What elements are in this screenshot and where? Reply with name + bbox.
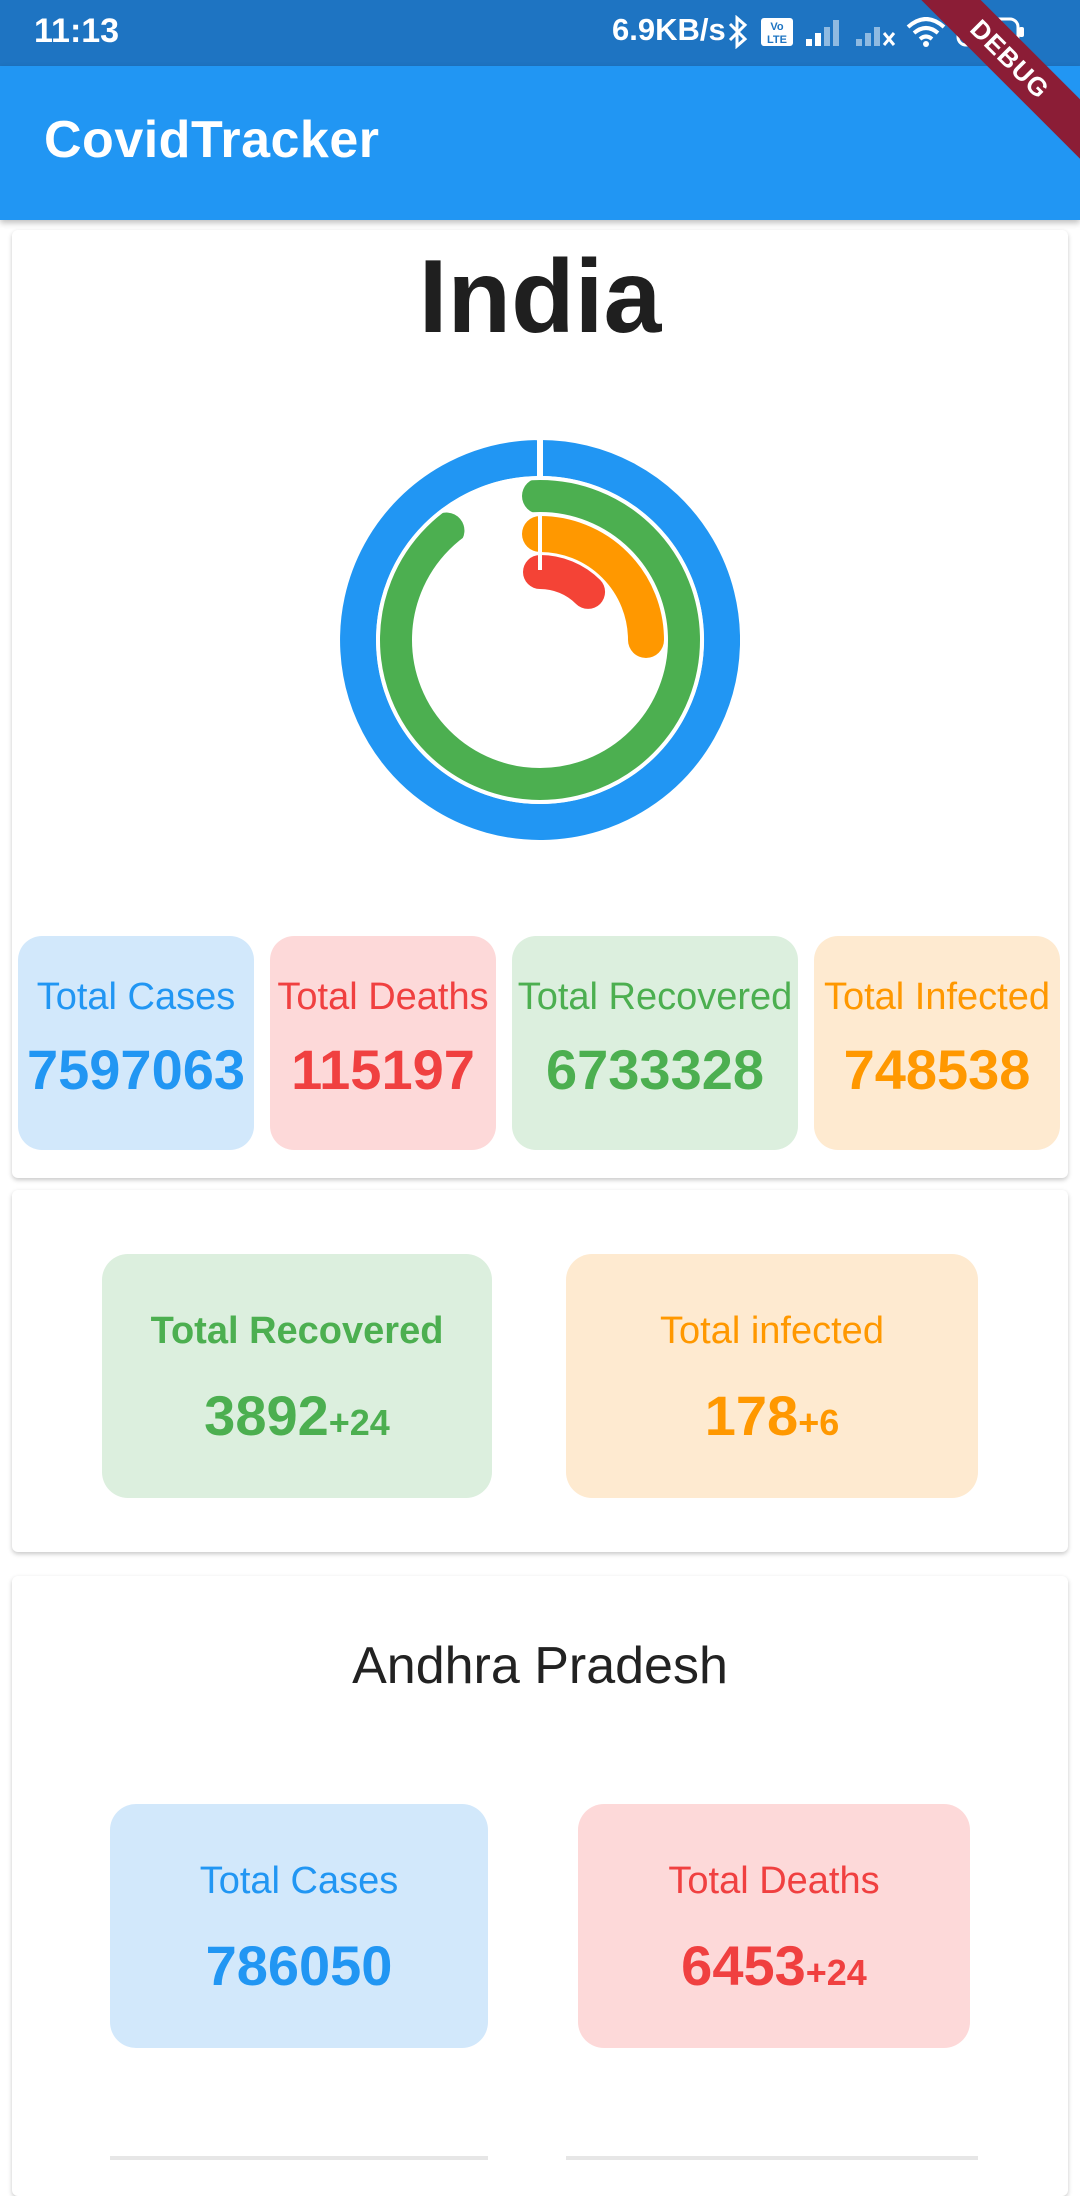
total-recovered-tile: Total Recovered 6733328 [512,936,798,1150]
total-infected-tile: Total Infected 748538 [814,936,1060,1150]
state-cases-tile: Total Cases 786050 [110,1804,488,2048]
total-cases-label: Total Cases [36,976,236,1018]
deaths-ring [523,555,606,609]
svg-text:Vo: Vo [770,21,784,33]
network-speed: 6.9KB/s [612,12,726,47]
daily-infected-value: 178 [704,1384,799,1447]
state-deaths-delta: +24 [805,1952,867,1993]
status-icons: Vo LTE 47 [726,14,1026,50]
daily-recovered-tile: Total Recovered 3892+24 [102,1254,492,1498]
battery-icon: 47 [956,17,1024,47]
next-row-tile-left [110,2156,488,2160]
daily-infected-delta: +6 [798,1402,840,1443]
signal-icon [806,20,839,46]
wifi-icon [906,17,946,47]
total-deaths-value: 115197 [291,1038,475,1101]
daily-recovered-label: Total Recovered [150,1310,444,1352]
daily-infected-value-row: 178+6 [566,1383,978,1448]
daily-infected-tile: Total infected 178+6 [566,1254,978,1498]
state-deaths-value-row: 6453+24 [578,1933,970,1998]
total-cases-value: 7597063 [26,1038,245,1101]
total-cases-tile: Total Cases 7597063 [18,936,254,1150]
daily-recovered-delta: +24 [328,1402,390,1443]
state-cases-label: Total Cases [199,1860,399,1902]
state-name: Andhra Pradesh [352,1637,728,1695]
status-time: 11:13 [34,12,120,50]
signal-no-service-icon [856,27,896,46]
total-recovered-label: Total Recovered [517,976,793,1018]
daily-recovered-value: 3892 [204,1384,329,1447]
total-deaths-tile: Total Deaths 115197 [270,936,496,1150]
state-deaths-value: 6453 [681,1934,806,1997]
radial-progress-chart [340,440,740,840]
app-title: CovidTracker [44,111,380,169]
svg-text:LTE: LTE [767,34,787,46]
total-deaths-label: Total Deaths [277,976,489,1018]
bluetooth-icon [728,15,748,49]
daily-infected-label: Total infected [660,1310,884,1352]
total-infected-value: 748538 [843,1038,1031,1101]
daily-recovered-value-row: 3892+24 [102,1383,492,1448]
volte-icon: Vo LTE [761,18,793,46]
battery-level: 47 [977,23,999,45]
total-infected-label: Total Infected [823,976,1051,1018]
next-row-tile-right [566,2156,978,2160]
state-cases-value: 786050 [205,1934,393,1997]
total-recovered-value: 6733328 [545,1038,764,1101]
country-name: India [418,239,662,355]
state-deaths-label: Total Deaths [668,1860,880,1902]
state-deaths-tile: Total Deaths 6453+24 [578,1804,970,2048]
